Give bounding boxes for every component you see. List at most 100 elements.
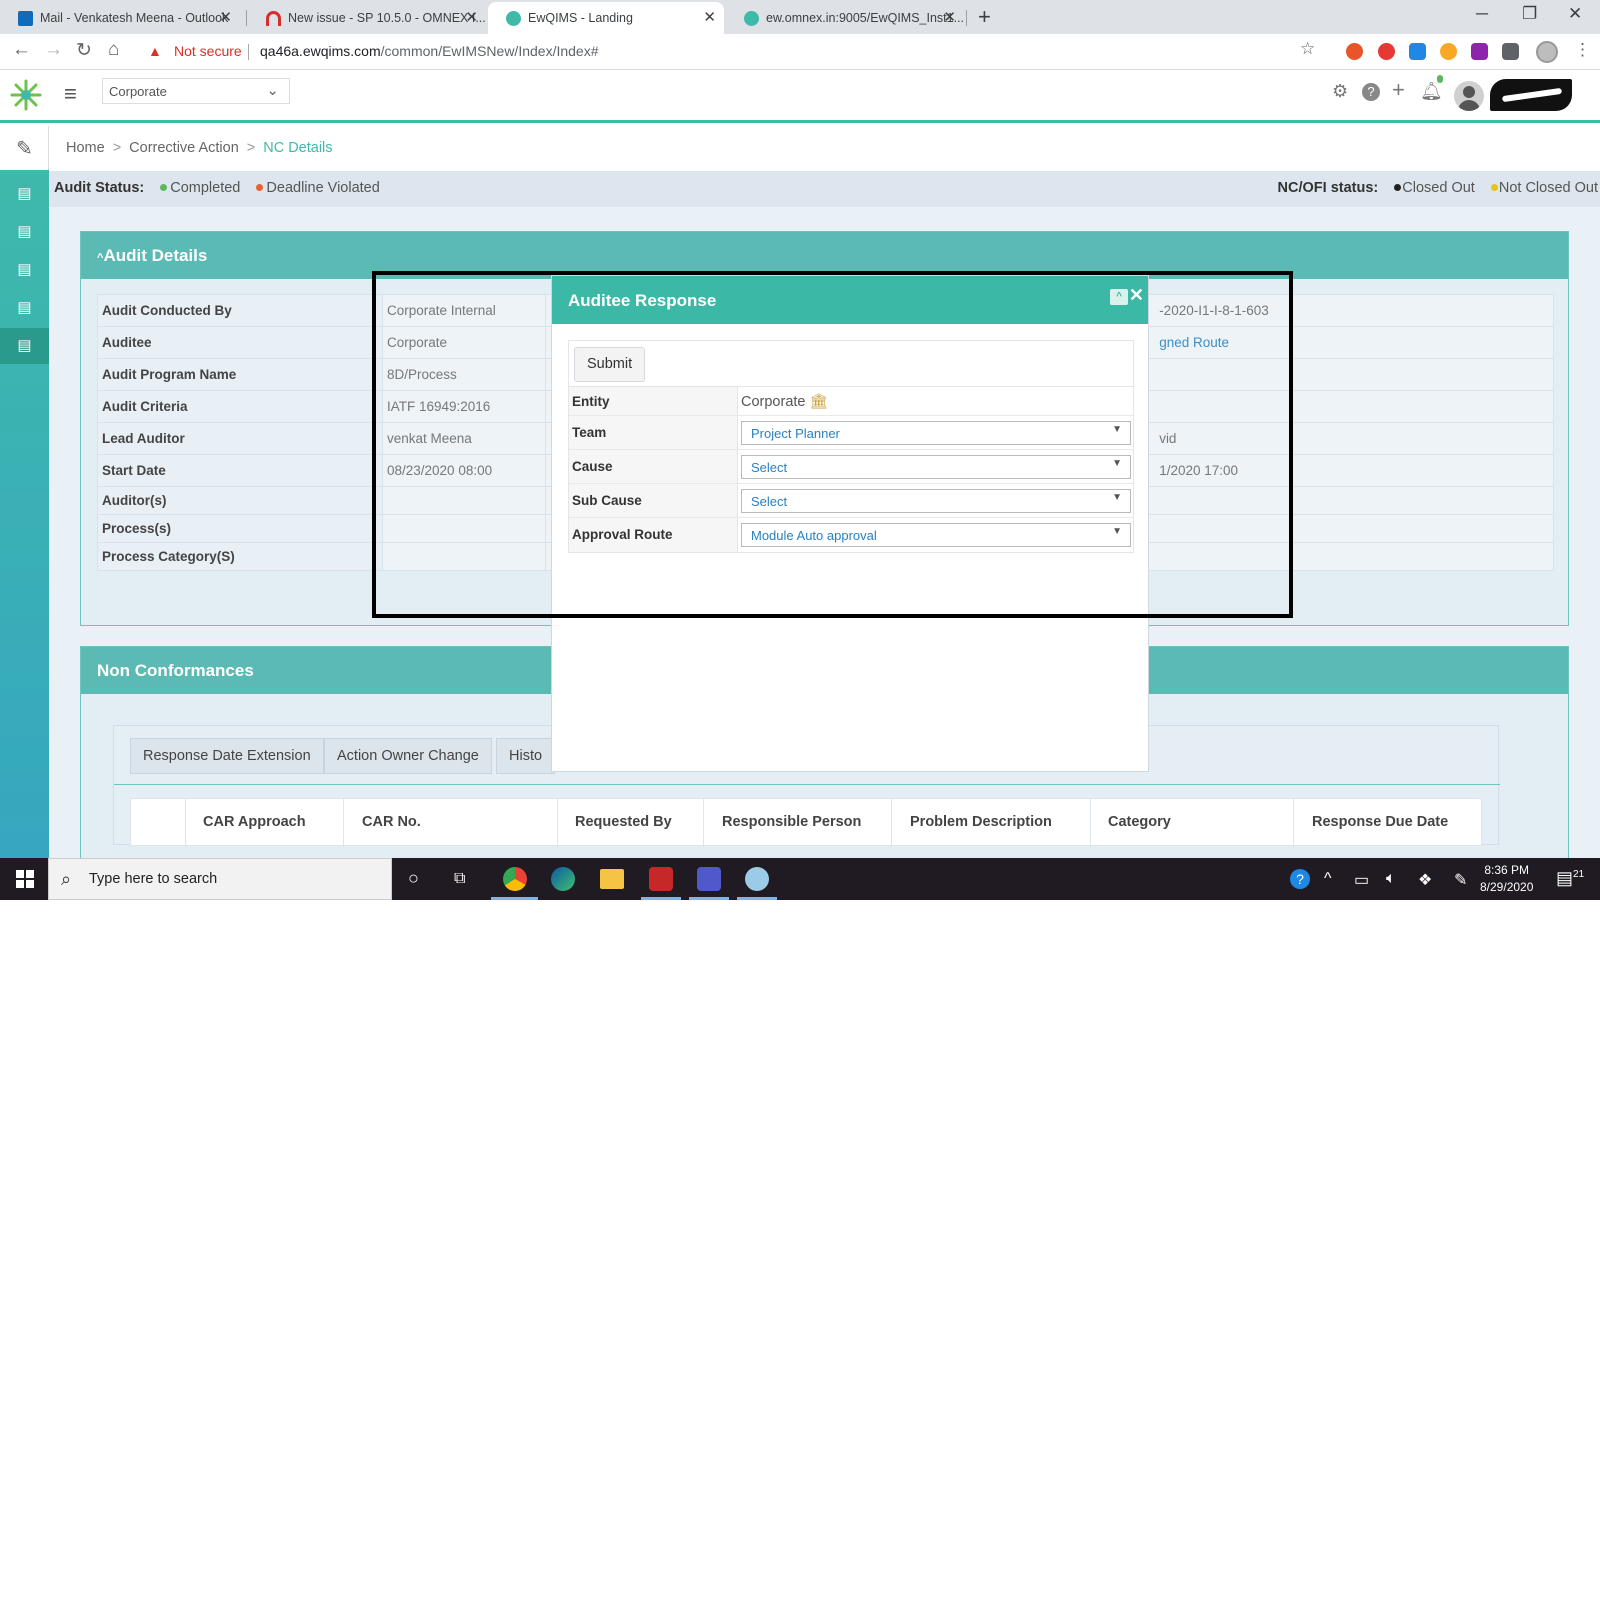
task-view-icon[interactable]: ⧉ <box>454 870 465 888</box>
column-problem-description[interactable]: Problem Description <box>910 814 1052 830</box>
sidebar-item-building-4[interactable]: ▤ <box>0 290 49 326</box>
column-divider <box>891 799 892 847</box>
add-icon[interactable]: + <box>1392 77 1405 103</box>
back-icon[interactable]: ← <box>12 39 31 61</box>
extension-pen-icon[interactable] <box>1471 43 1488 60</box>
minimize-icon[interactable]: ─ <box>1476 4 1488 24</box>
notification-bell-icon[interactable]: 🔔︎ <box>1420 81 1443 102</box>
response-date-extension-button[interactable]: Response Date Extension <box>130 738 324 774</box>
column-responsible-person[interactable]: Responsible Person <box>722 814 861 830</box>
url-path: /common/EwIMSNew/Index/Index# <box>380 43 599 59</box>
forward-icon[interactable]: → <box>44 39 63 61</box>
extension-windows-icon[interactable] <box>1409 43 1426 60</box>
teams-icon[interactable] <box>697 867 721 891</box>
extensions-puzzle-icon[interactable] <box>1502 43 1519 60</box>
closed-dot-icon <box>1394 184 1402 191</box>
tab-title: EwQIMS - Landing <box>528 11 633 25</box>
extension-opera-icon[interactable] <box>1378 43 1395 60</box>
sidebar-item-building-3[interactable]: ▤ <box>0 252 49 288</box>
column-divider <box>343 799 344 847</box>
sidebar-item-building-1[interactable]: ▤ <box>0 176 49 212</box>
pen-tray-icon[interactable]: ✎ <box>1454 870 1467 890</box>
column-divider <box>185 799 186 847</box>
bookmark-star-icon[interactable]: ☆ <box>1300 39 1315 59</box>
legend-completed: Completed <box>170 180 241 196</box>
address-bar[interactable]: ▲ Not secure qa46a.ewqims.com/common/EwI… <box>140 38 1340 66</box>
audit-detail-label: Auditee <box>97 326 383 359</box>
action-owner-change-button[interactable]: Action Owner Change <box>324 738 492 774</box>
tab-new-issue[interactable]: New issue - SP 10.5.0 - OMNEX I... ✕ <box>248 2 486 34</box>
edge-icon[interactable] <box>551 867 575 891</box>
file-explorer-icon[interactable] <box>600 869 624 889</box>
chrome-icon[interactable] <box>503 867 527 891</box>
taskbar-clock[interactable]: 8:36 PM 8/29/2020 <box>1480 862 1533 896</box>
security-warning[interactable]: Not secure <box>174 43 242 59</box>
sidebar-item-building-5[interactable]: ▤ <box>0 328 49 364</box>
show-hidden-icons-icon[interactable]: ^ <box>1324 870 1332 888</box>
windows-taskbar: ⌕ Type here to search ○ ⧉ ? ^ ▭ 🔈︎ ❖ ✎ 8… <box>0 858 1600 900</box>
tab-outlook-mail[interactable]: Mail - Venkatesh Meena - Outlook ✕ <box>0 2 240 34</box>
new-tab-icon[interactable]: + <box>978 4 991 30</box>
notification-count: 21 <box>1573 869 1585 880</box>
tab-separator <box>246 10 247 26</box>
sidebar-document-tab[interactable]: ✎ <box>0 126 49 170</box>
breadcrumb-section[interactable]: Corrective Action <box>129 140 239 156</box>
help-icon[interactable]: ? <box>1362 83 1380 101</box>
close-icon[interactable]: ✕ <box>219 2 232 34</box>
battery-icon[interactable]: ▭ <box>1354 870 1369 890</box>
clock-date: 8/29/2020 <box>1480 880 1534 894</box>
security-app-icon[interactable] <box>649 867 673 891</box>
column-car-approach[interactable]: CAR Approach <box>203 814 306 830</box>
restore-icon[interactable]: ❐ <box>1522 4 1537 24</box>
ewqims-icon <box>744 11 759 26</box>
window-close-icon[interactable]: ✕ <box>1568 4 1582 24</box>
profile-avatar-icon[interactable] <box>1536 41 1558 63</box>
building-icon: ▤ <box>17 261 32 278</box>
extension-fire-icon[interactable] <box>1346 43 1363 60</box>
column-divider <box>1090 799 1091 847</box>
windows-start-icon[interactable] <box>16 870 34 888</box>
search-icon: ⌕ <box>61 869 72 889</box>
close-icon[interactable]: ✕ <box>943 2 956 34</box>
user-avatar[interactable] <box>1454 81 1484 111</box>
app-logo-icon[interactable] <box>10 79 42 111</box>
breadcrumb-home[interactable]: Home <box>66 140 105 156</box>
column-response-due-date[interactable]: Response Due Date <box>1312 814 1448 830</box>
reload-icon[interactable]: ↻ <box>76 39 92 62</box>
volume-icon[interactable]: 🔈︎ <box>1386 870 1396 888</box>
building-icon: ▤ <box>17 223 32 240</box>
tab-ewqims-inst[interactable]: ew.omnex.in:9005/EwQIMS_Inst1... ✕ <box>726 2 964 34</box>
dropbox-icon[interactable]: ❖ <box>1418 870 1432 890</box>
audit-detail-label: Lead Auditor <box>97 422 383 455</box>
column-divider <box>703 799 704 847</box>
settings-gear-icon[interactable]: ⚙ <box>1332 81 1348 102</box>
paint-icon[interactable] <box>745 867 769 891</box>
column-category[interactable]: Category <box>1108 814 1171 830</box>
home-icon[interactable]: ⌂ <box>108 39 119 61</box>
column-car-no[interactable]: CAR No. <box>362 814 421 830</box>
close-icon[interactable]: ✕ <box>465 2 478 34</box>
notification-center-icon[interactable]: ▤21 <box>1556 868 1584 889</box>
audit-details-title: Audit Details <box>103 246 208 265</box>
hamburger-menu-icon[interactable]: ≡ <box>64 81 77 107</box>
url-divider <box>248 44 249 60</box>
cortana-icon[interactable]: ○ <box>408 868 419 889</box>
history-button[interactable]: Histo <box>496 738 556 774</box>
help-tray-icon[interactable]: ? <box>1290 869 1310 889</box>
sidebar-item-building-2[interactable]: ▤ <box>0 214 49 250</box>
close-icon[interactable]: ✕ <box>703 2 716 34</box>
taskbar-search-box[interactable]: ⌕ Type here to search <box>48 858 392 900</box>
extension-circle-icon[interactable] <box>1440 43 1457 60</box>
column-requested-by[interactable]: Requested By <box>575 814 672 830</box>
entity-select[interactable]: Corporate ⌄ <box>102 78 290 104</box>
ncofi-status-legend: NC/OFI status: Closed Out Not Closed Out <box>1278 180 1598 196</box>
company-logo <box>1490 79 1572 111</box>
url-text[interactable]: qa46a.ewqims.com/common/EwIMSNew/Index/I… <box>260 43 599 59</box>
highlight-annotation-box <box>372 271 1293 618</box>
audit-status-legend: Audit Status: Completed Deadline Violate… <box>54 180 380 196</box>
active-app-indicator <box>737 897 777 900</box>
issue-tracker-icon <box>266 11 281 26</box>
tab-ewqims-landing[interactable]: EwQIMS - Landing ✕ <box>488 2 724 34</box>
browser-menu-icon[interactable]: ⋮ <box>1574 40 1591 60</box>
legend-closed-out: Closed Out <box>1402 180 1475 196</box>
